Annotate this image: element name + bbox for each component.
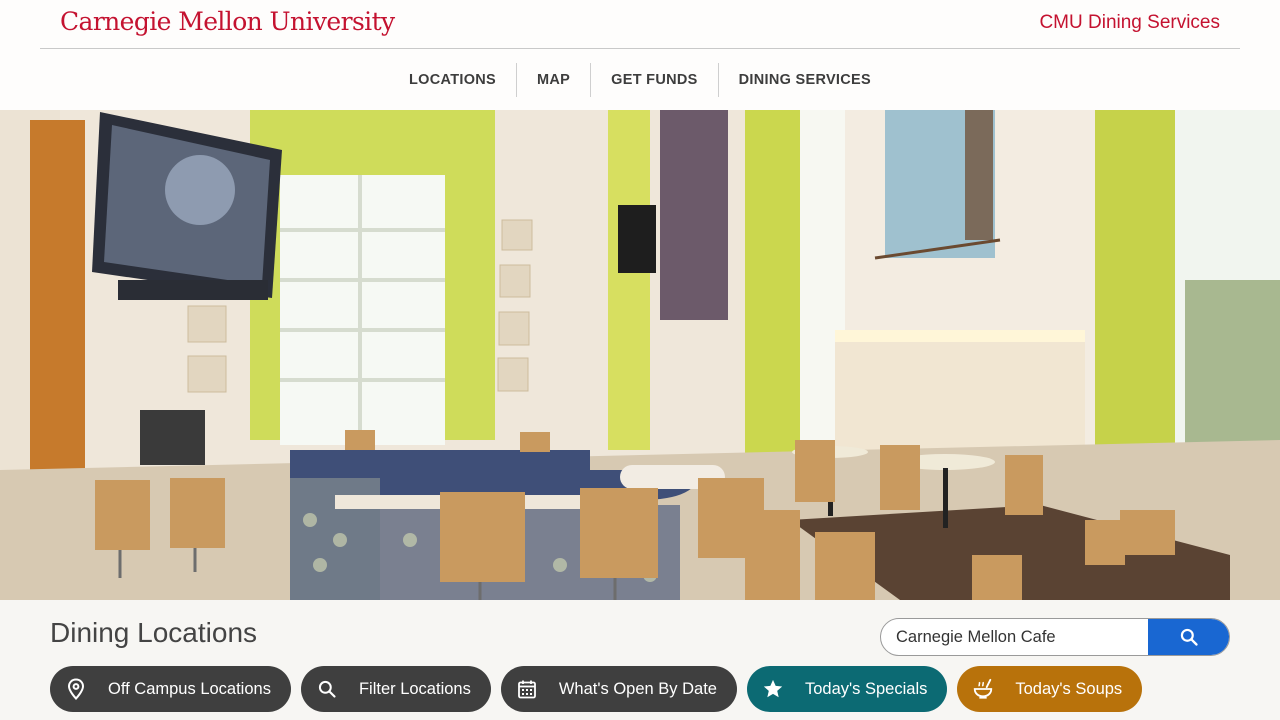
- site-header: Carnegie Mellon University CMU Dining Se…: [0, 0, 1280, 110]
- soup-bowl-icon: [971, 677, 995, 701]
- star-icon: [761, 677, 785, 701]
- university-logo[interactable]: Carnegie Mellon University: [60, 7, 395, 36]
- chip-label: Today's Specials: [804, 679, 928, 698]
- chip-label: Today's Soups: [1015, 679, 1123, 698]
- chip-label: Filter Locations: [358, 679, 471, 698]
- filter-locations-button[interactable]: Filter Locations: [300, 666, 491, 712]
- nav-item-map[interactable]: MAP: [516, 63, 590, 97]
- main-nav: LOCATIONS MAP GET FUNDS DINING SERVICES: [0, 63, 1280, 97]
- chip-label: Off Campus Locations: [108, 679, 271, 698]
- location-search: [880, 618, 1230, 656]
- whats-open-by-date-button[interactable]: What's Open By Date: [500, 666, 737, 712]
- filter-chips: Off Campus Locations Filter Locations Wh…: [50, 666, 1143, 712]
- nav-item-get-funds[interactable]: GET FUNDS: [590, 63, 717, 97]
- todays-soups-button[interactable]: Today's Soups: [957, 666, 1143, 712]
- off-campus-locations-button[interactable]: Off Campus Locations: [50, 666, 291, 712]
- page-title: Dining Locations: [50, 617, 258, 648]
- nav-item-dining-services[interactable]: DINING SERVICES: [717, 63, 891, 97]
- search-button[interactable]: [1148, 619, 1229, 655]
- todays-specials-button[interactable]: Today's Specials: [746, 666, 948, 712]
- header-divider: [40, 48, 1240, 49]
- chip-label: What's Open By Date: [558, 679, 717, 698]
- search-icon: [315, 677, 339, 701]
- dining-services-link[interactable]: CMU Dining Services: [1039, 12, 1220, 34]
- search-icon: [1180, 628, 1198, 646]
- map-pin-icon: [64, 677, 88, 701]
- nav-item-locations[interactable]: LOCATIONS: [389, 63, 516, 97]
- search-input[interactable]: [881, 619, 1148, 655]
- calendar-icon: [515, 677, 539, 701]
